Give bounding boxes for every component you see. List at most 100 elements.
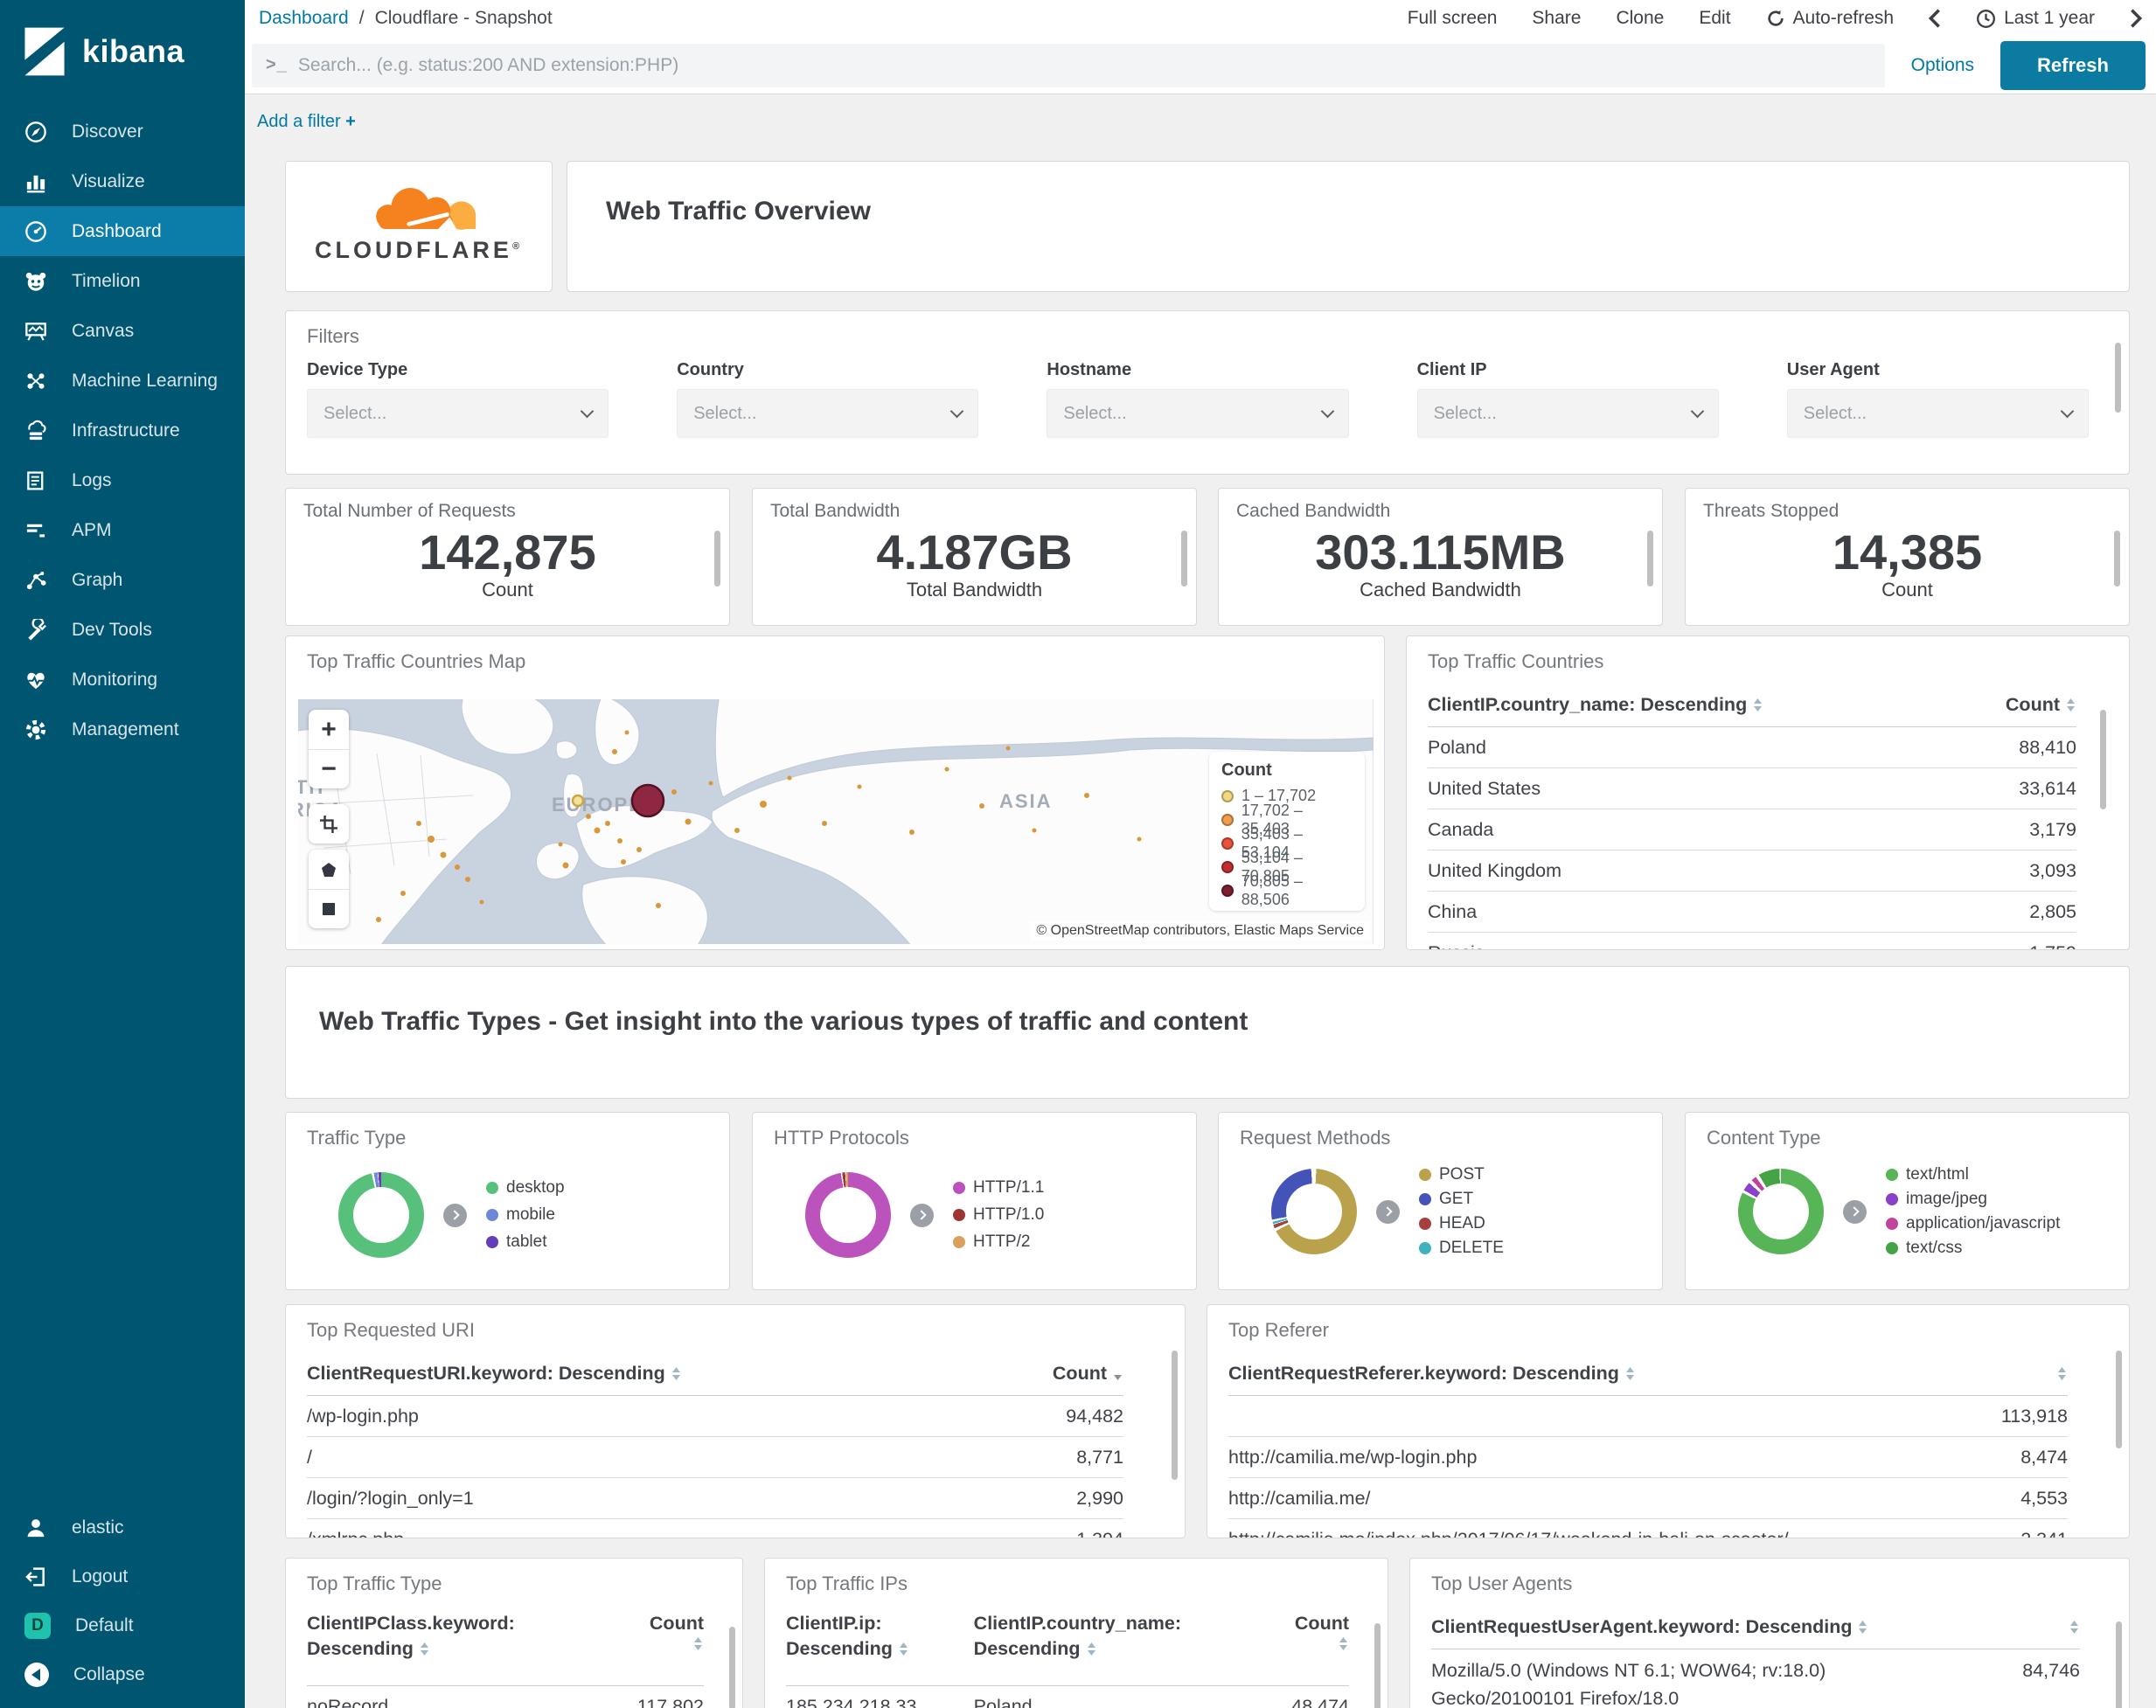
- sidebar-item-discover[interactable]: Discover: [0, 107, 245, 156]
- column-header[interactable]: Count: [920, 1363, 1124, 1385]
- time-forward-chevron-icon[interactable]: [2130, 8, 2142, 29]
- traffic-type-donut-chart[interactable]: [338, 1172, 424, 1258]
- column-header[interactable]: [1928, 1366, 2068, 1381]
- column-header[interactable]: ClientIP.country_name: Descending: [974, 1611, 1224, 1662]
- table-row: /8,771: [307, 1437, 1123, 1478]
- column-header[interactable]: Count: [1224, 1611, 1349, 1651]
- legend-item[interactable]: POST: [1419, 1165, 1504, 1184]
- share-button[interactable]: Share: [1532, 8, 1581, 29]
- options-link[interactable]: Options: [1911, 55, 1974, 76]
- plus-icon: +: [345, 112, 356, 131]
- column-header[interactable]: Count: [572, 1611, 704, 1651]
- legend-item[interactable]: text/css: [1886, 1239, 2060, 1258]
- world-map[interactable]: NORTH AMERICA EUROPE ASIA: [298, 699, 1374, 944]
- sidebar-item-infrastructure[interactable]: Infrastructure: [0, 406, 245, 455]
- sidebar-item-graph[interactable]: Graph: [0, 555, 245, 605]
- request-methods-donut-chart[interactable]: [1271, 1169, 1357, 1254]
- column-header[interactable]: ClientIP.ip: Descending: [786, 1611, 974, 1662]
- legend-item[interactable]: GET: [1419, 1190, 1504, 1209]
- column-header[interactable]: ClientRequestReferer.keyword: Descending: [1228, 1363, 1928, 1385]
- sidebar-item-visualize[interactable]: Visualize: [0, 156, 245, 206]
- column-header[interactable]: Count: [1915, 694, 2077, 716]
- map-zoom-in-button[interactable]: +: [309, 710, 349, 749]
- sidebar-item-logs[interactable]: Logs: [0, 455, 245, 505]
- request-methods-panel: Request Methods POST GET HEAD DELETE: [1218, 1112, 1663, 1290]
- scrollbar-thumb[interactable]: [2116, 1621, 2122, 1708]
- column-header[interactable]: ClientIP.country_name: Descending: [1428, 694, 1915, 716]
- sidebar-item-dashboard[interactable]: Dashboard: [0, 206, 245, 256]
- client-ip-select[interactable]: Select...: [1416, 389, 1719, 438]
- scrollbar-thumb[interactable]: [2100, 710, 2106, 809]
- device-type-select[interactable]: Select...: [307, 389, 609, 438]
- logs-icon: [27, 470, 44, 490]
- legend-item[interactable]: DELETE: [1419, 1239, 1504, 1258]
- legend-toggle-button[interactable]: [443, 1203, 467, 1227]
- sidebar-item-user[interactable]: elastic: [0, 1503, 245, 1552]
- sidebar-item-space-default[interactable]: D Default: [0, 1601, 245, 1650]
- map-zoom-out-button[interactable]: −: [309, 749, 349, 788]
- column-header[interactable]: ClientIPClass.keyword: Descending: [307, 1611, 572, 1662]
- scrollbar-thumb[interactable]: [1181, 531, 1187, 587]
- sidebar-item-label: Machine Learning: [72, 370, 218, 391]
- content-type-donut-chart[interactable]: [1738, 1169, 1824, 1254]
- scrollbar-thumb[interactable]: [2115, 343, 2121, 413]
- search-input[interactable]: [297, 54, 1885, 76]
- map-attribution[interactable]: © OpenStreetMap contributors, Elastic Ma…: [1030, 921, 1370, 941]
- column-header[interactable]: ClientRequestURI.keyword: Descending: [307, 1363, 920, 1385]
- sidebar-item-apm[interactable]: APM: [0, 505, 245, 555]
- legend-item[interactable]: image/jpeg: [1886, 1190, 2060, 1209]
- hostname-select[interactable]: Select...: [1047, 389, 1349, 438]
- legend-item[interactable]: text/html: [1886, 1165, 2060, 1184]
- sidebar-item-logout[interactable]: Logout: [0, 1552, 245, 1601]
- cloudflare-logo-panel: CLOUDFLARE®: [285, 161, 553, 292]
- column-header[interactable]: ClientRequestUserAgent.keyword: Descendi…: [1431, 1616, 1972, 1638]
- legend-toggle-button[interactable]: [1376, 1199, 1400, 1224]
- edit-button[interactable]: Edit: [1699, 8, 1730, 29]
- legend-color-dot: [1886, 1169, 1898, 1181]
- clone-button[interactable]: Clone: [1616, 8, 1664, 29]
- column-header[interactable]: [1972, 1620, 2080, 1635]
- scrollbar-thumb[interactable]: [1172, 1350, 1178, 1480]
- legend-item[interactable]: HTTP/2: [953, 1232, 1044, 1252]
- user-agents-table: ClientRequestUserAgent.keyword: Descendi…: [1431, 1606, 2080, 1708]
- legend-item[interactable]: HEAD: [1419, 1214, 1504, 1233]
- scrollbar-thumb[interactable]: [2114, 531, 2120, 587]
- sidebar-item-management[interactable]: Management: [0, 705, 245, 754]
- map-draw-rectangle-button[interactable]: [309, 889, 349, 928]
- country-select[interactable]: Select...: [677, 389, 979, 438]
- legend-toggle-button[interactable]: [1843, 1199, 1867, 1224]
- kibana-logo[interactable]: kibana: [0, 0, 245, 77]
- user-agent-select[interactable]: Select...: [1786, 389, 2089, 438]
- map-fit-data-button[interactable]: [309, 804, 349, 844]
- refresh-button[interactable]: Refresh: [2000, 40, 2146, 90]
- scrollbar-thumb[interactable]: [729, 1627, 735, 1708]
- time-range-picker[interactable]: Last 1 year: [1976, 8, 2095, 29]
- sidebar-item-machine-learning[interactable]: Machine Learning: [0, 356, 245, 406]
- legend-item[interactable]: tablet: [486, 1232, 565, 1252]
- poland-bubble[interactable]: [630, 783, 665, 818]
- scrollbar-thumb[interactable]: [714, 531, 720, 587]
- legend-item[interactable]: desktop: [486, 1178, 565, 1198]
- http-protocols-donut-chart[interactable]: [805, 1172, 891, 1258]
- legend-toggle-button[interactable]: [910, 1203, 934, 1227]
- add-filter-link[interactable]: Add a filter +: [257, 112, 356, 132]
- sidebar-item-monitoring[interactable]: Monitoring: [0, 655, 245, 705]
- legend-item[interactable]: HTTP/1.0: [953, 1205, 1044, 1225]
- breadcrumb-dashboard-link[interactable]: Dashboard: [259, 8, 349, 29]
- sidebar-item-timelion[interactable]: Timelion: [0, 256, 245, 306]
- scrollbar-thumb[interactable]: [2116, 1350, 2122, 1448]
- scrollbar-thumb[interactable]: [1374, 1623, 1381, 1708]
- auto-refresh-button[interactable]: Auto-refresh: [1766, 8, 1894, 29]
- legend-item[interactable]: application/javascript: [1886, 1214, 2060, 1233]
- sidebar-item-canvas[interactable]: Canvas: [0, 306, 245, 356]
- time-back-chevron-icon[interactable]: [1929, 8, 1941, 29]
- scrollbar-thumb[interactable]: [1647, 531, 1653, 587]
- table-header-row: ClientIPClass.keyword: Descending Count: [307, 1606, 704, 1686]
- legend-item[interactable]: mobile: [486, 1205, 565, 1225]
- legend-item[interactable]: HTTP/1.1: [953, 1178, 1044, 1198]
- full-screen-button[interactable]: Full screen: [1408, 8, 1498, 29]
- sidebar-item-collapse[interactable]: Collapse: [0, 1650, 245, 1699]
- chevron-down-icon: [580, 404, 595, 418]
- sidebar-item-dev-tools[interactable]: Dev Tools: [0, 605, 245, 655]
- map-draw-polygon-button[interactable]: [309, 850, 349, 889]
